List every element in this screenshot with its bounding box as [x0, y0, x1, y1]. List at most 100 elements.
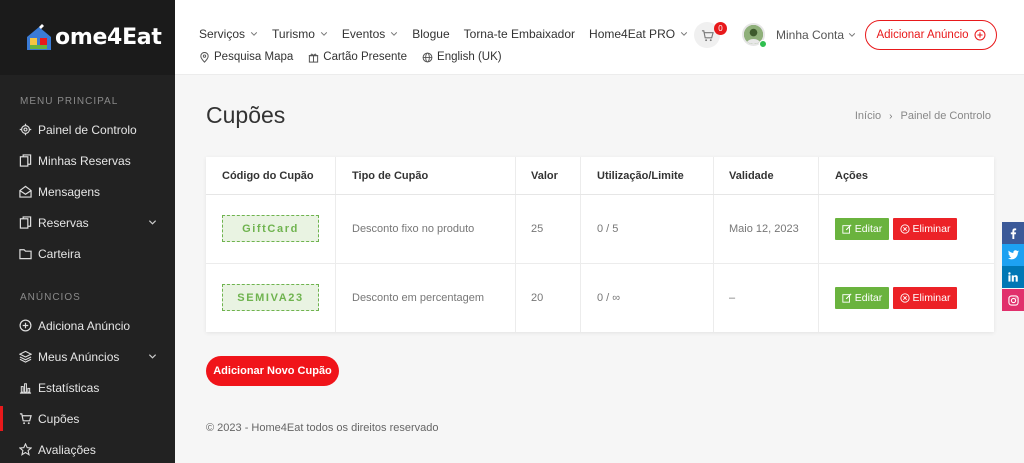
nav-services[interactable]: Serviços: [199, 27, 258, 41]
coupon-usage: 0 / ∞: [597, 292, 621, 304]
sidebar-item-my-bookings[interactable]: Minhas Reservas: [0, 145, 175, 176]
nav-label: Eventos: [341, 27, 386, 41]
chevron-down-icon: [680, 32, 688, 36]
sidebar-item-label: Avaliações: [38, 442, 96, 457]
nav-label: Cartão Presente: [323, 51, 408, 63]
facebook-share-button[interactable]: [1002, 222, 1024, 244]
nav-blog[interactable]: Blogue: [412, 27, 449, 41]
sidebar-item-label: Mensagens: [38, 184, 101, 199]
chevron-down-icon[interactable]: [148, 352, 157, 361]
nav-ambassador[interactable]: Torna-te Embaixador: [464, 27, 575, 41]
table-header: Tipo de Cupão: [352, 170, 429, 182]
table-header: Código do Cupão: [222, 170, 314, 182]
nav-label: Turismo: [272, 27, 315, 41]
sidebar: ome4Eat MENU PRINCIPAL Painel de Control…: [0, 0, 175, 463]
chevron-down-icon: [320, 32, 328, 36]
delete-button[interactable]: Eliminar: [893, 218, 957, 240]
nav-map-search[interactable]: Pesquisa Mapa: [199, 51, 293, 63]
plus-circle-icon: [974, 29, 986, 41]
add-new-coupon-label: Adicionar Novo Cupão: [213, 365, 332, 377]
nav-label: Blogue: [412, 27, 450, 41]
page-title: Cupões: [206, 102, 286, 128]
coupon-usage: 0 / 5: [597, 223, 619, 235]
cart-count-badge: 0: [714, 22, 727, 35]
account-menu[interactable]: Minha Conta: [776, 28, 856, 42]
chevron-down-icon: [848, 33, 856, 37]
coupon-value: 25: [531, 223, 544, 235]
sidebar-item-label: Meus Anúncios: [38, 349, 120, 364]
coupon-code: GiftCard: [222, 215, 319, 242]
nav-gift-card[interactable]: Cartão Presente: [308, 51, 407, 63]
cart-icon: [19, 413, 32, 425]
home-logo-icon: [27, 23, 51, 50]
breadcrumb-current: Painel de Controlo: [900, 110, 991, 122]
online-status-dot: [759, 40, 767, 48]
facebook-icon: [1010, 227, 1016, 239]
delete-label: Eliminar: [912, 292, 951, 304]
linkedin-icon: [1008, 272, 1018, 282]
sidebar-item-label: Painel de Controlo: [38, 122, 137, 137]
file-copy-icon: [19, 216, 32, 229]
main-nav: Serviços Turismo Eventos Blogue Torna-te…: [199, 27, 702, 41]
delete-button[interactable]: Eliminar: [893, 287, 957, 309]
sidebar-item-label: Reservas: [38, 215, 89, 230]
table-header: Utilização/Limite: [597, 170, 684, 182]
add-listing-label: Adicionar Anúncio: [876, 29, 969, 41]
nav-label: Torna-te Embaixador: [463, 27, 576, 41]
coupon-validity: –: [729, 292, 736, 304]
globe-icon: [422, 52, 433, 62]
delete-label: Eliminar: [912, 223, 951, 235]
add-new-coupon-button[interactable]: Adicionar Novo Cupão: [206, 356, 339, 386]
coupon-type: Desconto em percentagem: [352, 292, 485, 304]
edit-button[interactable]: Editar: [835, 287, 889, 309]
top-header: Serviços Turismo Eventos Blogue Torna-te…: [175, 0, 1024, 75]
sidebar-item-reviews[interactable]: Avaliações: [0, 434, 175, 463]
twitter-share-button[interactable]: [1002, 244, 1024, 266]
sidebar-item-messages[interactable]: Mensagens: [0, 176, 175, 207]
nav-label: Home4Eat PRO: [589, 27, 676, 41]
chevron-down-icon[interactable]: [148, 218, 157, 227]
sidebar-heading-main: MENU PRINCIPAL: [20, 96, 119, 107]
breadcrumb-home[interactable]: Início: [855, 110, 881, 122]
sidebar-item-label: Adiciona Anúncio: [38, 318, 131, 333]
table-header: Ações: [835, 170, 869, 182]
sidebar-item-statistics[interactable]: Estatísticas: [0, 372, 175, 403]
breadcrumb-separator-icon: ›: [889, 110, 893, 122]
sidebar-item-add-listing[interactable]: Adiciona Anúncio: [0, 310, 175, 341]
cart-icon: [701, 29, 714, 41]
breadcrumb: Início › Painel de Controlo: [855, 110, 991, 122]
close-circle-icon: [899, 224, 910, 234]
bar-chart-icon: [19, 383, 32, 394]
nav-label: Serviços: [199, 27, 246, 41]
sidebar-heading-listings: ANÚNCIOS: [20, 292, 81, 303]
instagram-icon: [1007, 294, 1019, 306]
instagram-share-button[interactable]: [1002, 289, 1024, 311]
footer-copyright: © 2023 - Home4Eat todos os direitos rese…: [206, 422, 439, 434]
sidebar-item-label: Cupões: [38, 411, 80, 426]
plus-circle-icon: [19, 319, 32, 332]
table-header: Validade: [729, 170, 774, 182]
sidebar-item-wallet[interactable]: Carteira: [0, 238, 175, 269]
nav-pro[interactable]: Home4Eat PRO: [589, 27, 688, 41]
sidebar-item-label: Estatísticas: [38, 380, 100, 395]
sidebar-item-my-listings[interactable]: Meus Anúncios: [0, 341, 175, 372]
edit-button[interactable]: Editar: [835, 218, 889, 240]
logo[interactable]: ome4Eat: [0, 0, 175, 75]
add-listing-button[interactable]: Adicionar Anúncio: [865, 20, 997, 50]
coupons-table: Código do Cupão Tipo de Cupão Valor Util…: [206, 157, 994, 332]
brand-name: ome4Eat: [55, 25, 162, 50]
sidebar-item-coupons[interactable]: Cupões: [0, 403, 175, 434]
gear-icon: [19, 123, 32, 136]
linkedin-share-button[interactable]: [1002, 266, 1024, 288]
chevron-down-icon: [391, 32, 398, 36]
nav-language[interactable]: English (UK): [422, 51, 502, 63]
sidebar-item-dashboard[interactable]: Painel de Controlo: [0, 114, 175, 145]
sidebar-item-label: Carteira: [38, 246, 81, 261]
table-row: GiftCard Desconto fixo no produto 25 0 /…: [206, 195, 994, 264]
table-header: Valor: [531, 170, 558, 182]
nav-events[interactable]: Eventos: [342, 27, 398, 41]
nav-label: English (UK): [437, 51, 502, 63]
nav-label: Pesquisa Mapa: [214, 51, 294, 63]
sidebar-item-reservations[interactable]: Reservas: [0, 207, 175, 238]
nav-tourism[interactable]: Turismo: [272, 27, 328, 41]
